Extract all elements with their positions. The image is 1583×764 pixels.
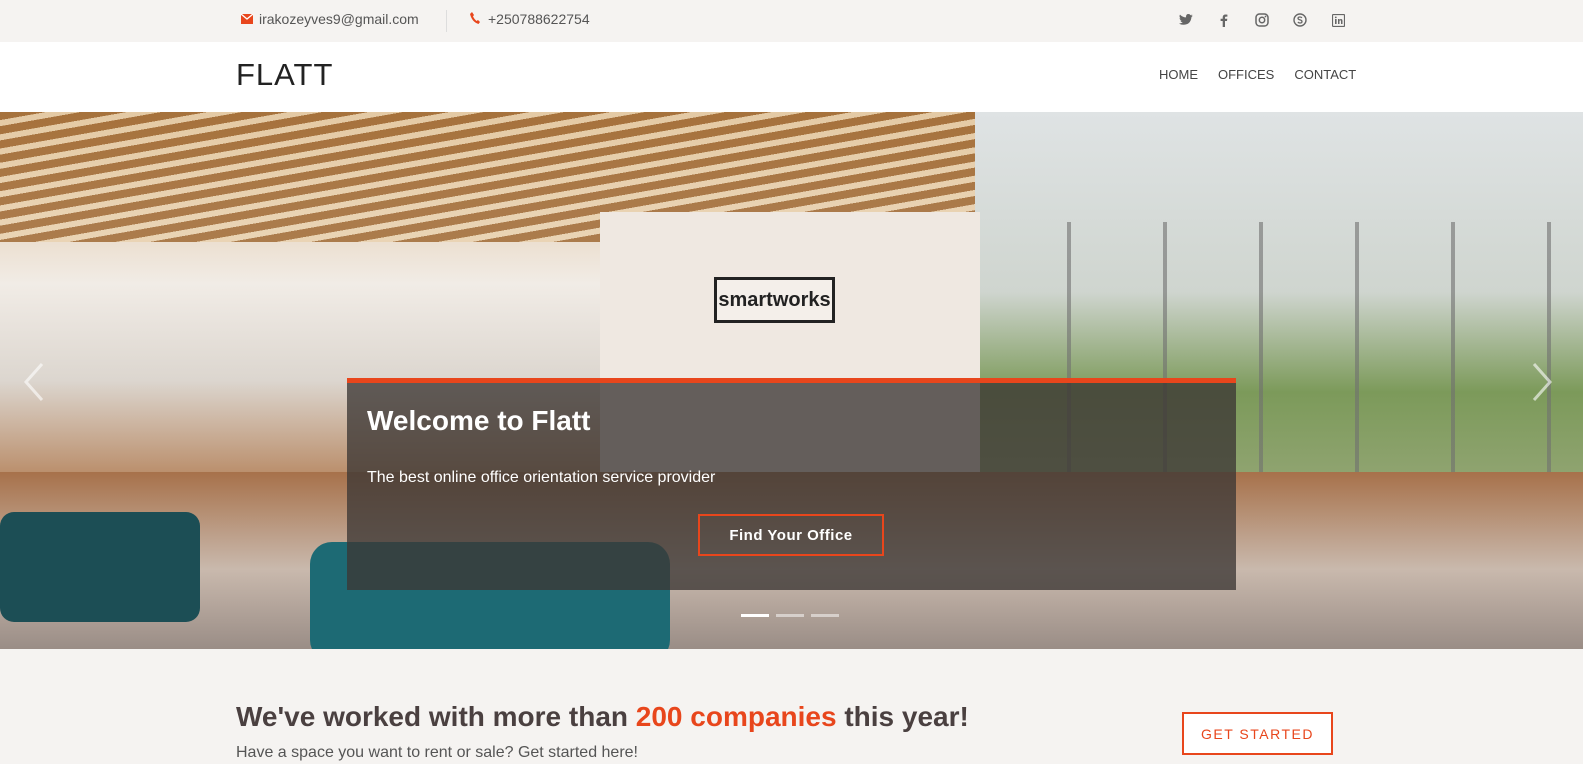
divider xyxy=(446,10,447,32)
carousel-indicator-3[interactable] xyxy=(811,614,839,617)
facebook-icon[interactable] xyxy=(1216,12,1232,28)
carousel-next-arrow[interactable] xyxy=(1530,362,1560,402)
carousel-indicator-2[interactable] xyxy=(776,614,804,617)
carousel-indicators xyxy=(741,614,839,617)
phone-icon xyxy=(470,11,480,27)
carousel-indicator-1[interactable] xyxy=(741,614,769,617)
promo-headline-start: We've worked with more than xyxy=(236,701,636,732)
chevron-left-icon xyxy=(23,363,44,401)
twitter-icon[interactable] xyxy=(1178,12,1194,28)
email-text: irakozeyves9@gmail.com xyxy=(259,11,419,27)
social-links xyxy=(1178,12,1346,28)
promo-subtext: Have a space you want to rent or sale? G… xyxy=(236,744,638,761)
linkedin-icon[interactable] xyxy=(1330,12,1346,28)
main-nav: HOME OFFICES CONTACT xyxy=(1159,67,1356,82)
email-contact[interactable]: irakozeyves9@gmail.com xyxy=(240,11,419,27)
promo-headline-end: this year! xyxy=(836,701,969,732)
sofa-left xyxy=(0,512,200,622)
promo-headline-accent: 200 companies xyxy=(635,701,837,732)
phone-contact[interactable]: +250788622754 xyxy=(470,11,590,27)
hero-carousel: smartworks Welcome to Flatt The best onl… xyxy=(0,112,1583,649)
nav-offices[interactable]: OFFICES xyxy=(1218,67,1274,82)
promo-headline: We've worked with more than 200 companie… xyxy=(236,701,969,733)
top-bar: irakozeyves9@gmail.com +250788622754 xyxy=(0,0,1583,42)
nav-contact[interactable]: CONTACT xyxy=(1294,67,1356,82)
chevron-right-icon xyxy=(1532,363,1553,401)
hero-caption: Welcome to Flatt The best online office … xyxy=(347,378,1236,590)
instagram-icon[interactable] xyxy=(1254,12,1270,28)
promo-section: We've worked with more than 200 companie… xyxy=(0,649,1583,764)
site-logo[interactable]: FLATT xyxy=(236,57,333,93)
brand-sign: smartworks xyxy=(714,277,835,323)
carousel-prev-arrow[interactable] xyxy=(22,362,52,402)
hero-title: Welcome to Flatt xyxy=(367,405,591,436)
get-started-button[interactable]: GET STARTED xyxy=(1182,712,1333,755)
main-navbar: FLATT HOME OFFICES CONTACT xyxy=(0,42,1583,112)
nav-home[interactable]: HOME xyxy=(1159,67,1198,82)
skype-icon[interactable] xyxy=(1292,12,1308,28)
find-office-button[interactable]: Find Your Office xyxy=(698,514,884,556)
hero-subtitle: The best online office orientation servi… xyxy=(367,469,716,486)
envelope-icon xyxy=(240,11,254,27)
phone-text: +250788622754 xyxy=(488,11,590,27)
